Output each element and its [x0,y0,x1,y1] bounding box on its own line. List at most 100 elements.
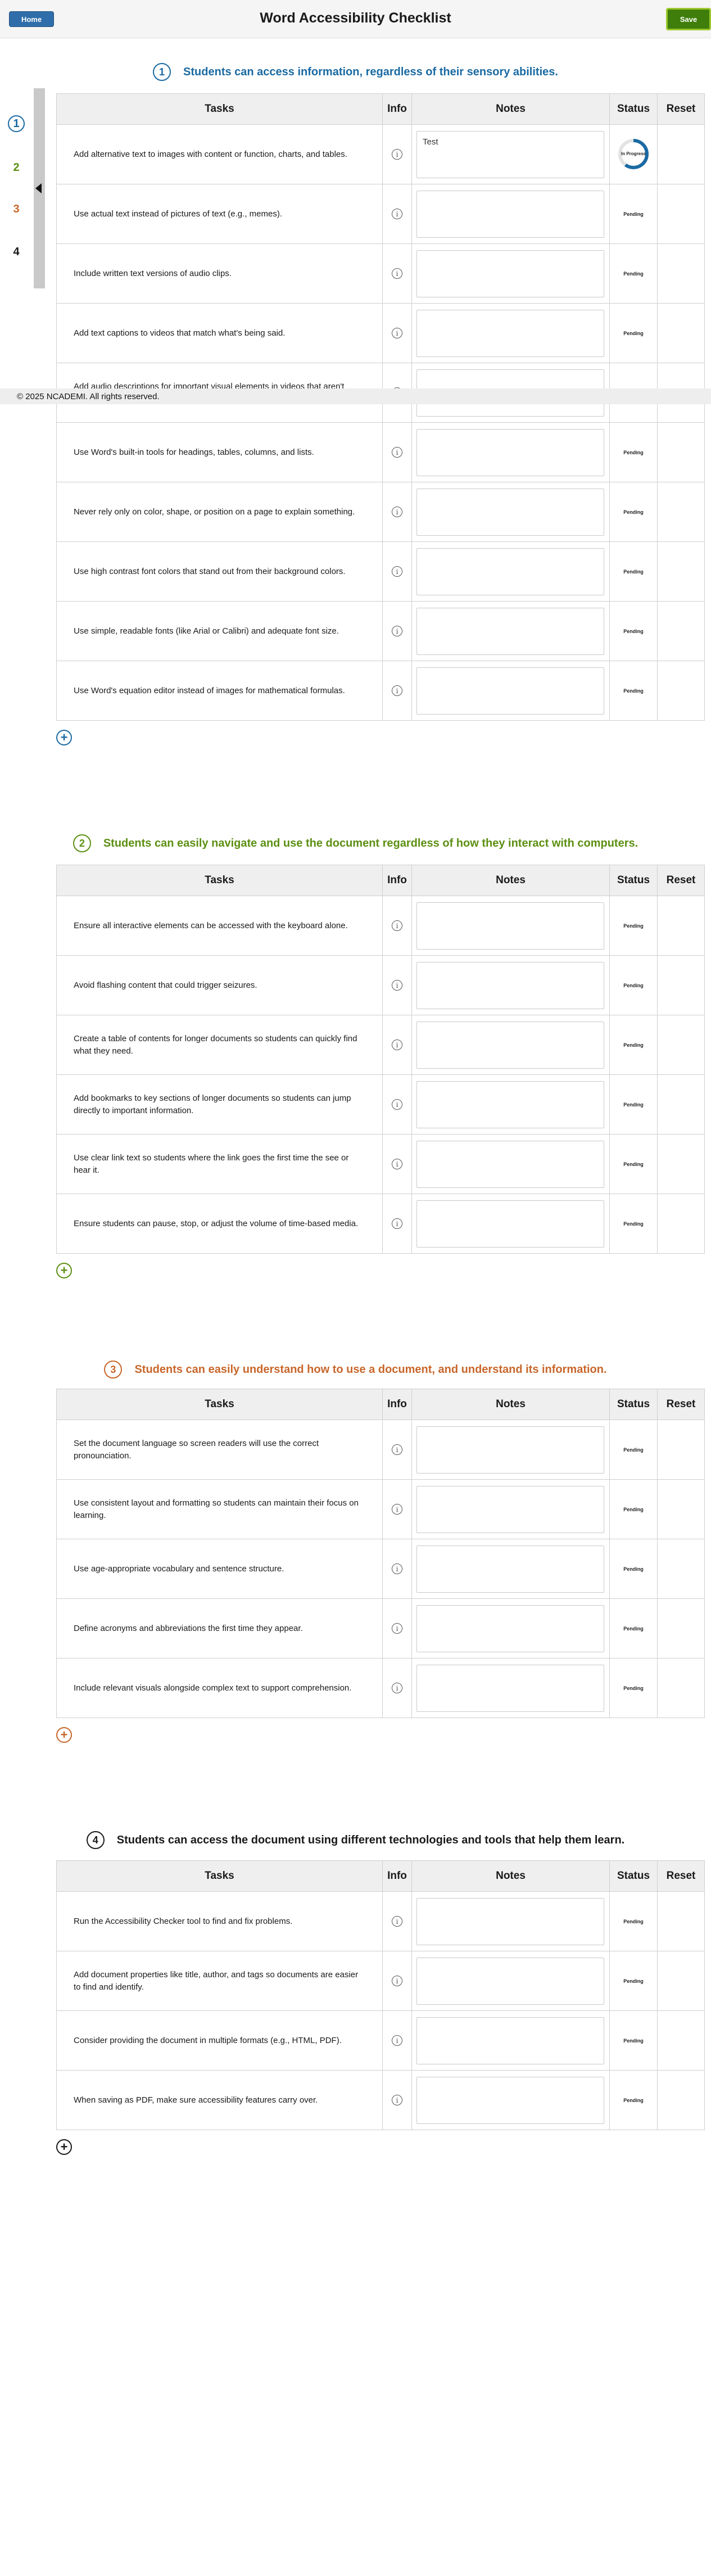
info-icon[interactable]: i [392,268,402,279]
notes-field[interactable] [416,961,604,1009]
notes-field[interactable] [416,607,604,655]
progress-ring[interactable]: In Progress [617,137,650,171]
status-text[interactable]: Pending [623,688,644,694]
reset-cell[interactable] [657,1420,705,1480]
reset-cell[interactable] [657,1015,705,1075]
notes-field[interactable] [416,488,604,536]
reset-cell[interactable] [657,541,705,602]
info-icon[interactable]: i [392,1040,402,1050]
status-text[interactable]: Pending [623,569,644,575]
notes-field[interactable] [416,2076,604,2124]
status-text[interactable]: Pending [623,1919,644,1924]
reset-cell[interactable] [657,661,705,721]
reset-cell[interactable] [657,601,705,661]
notes-field[interactable] [416,1545,604,1593]
info-icon[interactable]: i [392,328,402,338]
notes-field[interactable] [416,190,604,238]
status-text[interactable]: Pending [623,2098,644,2103]
notes-field[interactable] [416,902,604,950]
status-text[interactable]: Pending [623,629,644,634]
reset-cell[interactable] [657,303,705,363]
status-text[interactable]: Pending [623,1102,644,1108]
reset-cell[interactable] [657,1134,705,1194]
info-icon[interactable]: i [392,1218,402,1229]
info-icon[interactable]: i [392,1504,402,1515]
status-text[interactable]: Pending [623,331,644,336]
nav-section-4[interactable]: 4 [7,243,25,261]
reset-cell[interactable] [657,1891,705,1951]
status-text[interactable]: Pending [623,1626,644,1632]
notes-field[interactable] [416,1426,604,1474]
notes-field[interactable] [416,548,604,595]
info-icon[interactable]: i [392,1916,402,1927]
notes-field[interactable] [416,1957,604,2005]
reset-cell[interactable] [657,896,705,956]
info-icon[interactable]: i [392,626,402,636]
reset-cell[interactable] [657,243,705,304]
notes-field[interactable] [416,1081,604,1128]
notes-field[interactable] [416,1605,604,1652]
info-icon[interactable]: i [392,1623,402,1634]
status-text[interactable]: Pending [623,1042,644,1048]
reset-cell[interactable] [657,2070,705,2130]
info-icon[interactable]: i [392,209,402,219]
home-button[interactable]: Home [9,11,54,27]
info-icon[interactable]: i [392,1159,402,1169]
status-text[interactable]: Pending [623,1507,644,1512]
status-text[interactable]: Pending [623,271,644,277]
status-text[interactable]: Pending [623,450,644,455]
reset-cell[interactable] [657,1539,705,1599]
info-icon[interactable]: i [392,2035,402,2046]
reset-cell[interactable] [657,1074,705,1135]
info-icon[interactable]: i [392,447,402,458]
nav-section-3[interactable]: 3 [7,200,25,218]
notes-field[interactable] [416,1140,604,1188]
reset-cell[interactable] [657,955,705,1015]
reset-cell[interactable] [657,422,705,482]
add-task-plus-icon[interactable]: + [56,1727,72,1743]
status-text[interactable]: Pending [623,509,644,515]
notes-field[interactable] [416,1664,604,1712]
status-text[interactable]: Pending [623,1566,644,1572]
notes-field[interactable]: Test [416,130,604,178]
reset-cell[interactable] [657,1194,705,1254]
reset-cell[interactable] [657,1479,705,1539]
status-text[interactable]: Pending [623,1162,644,1167]
notes-field[interactable] [416,1897,604,1945]
info-icon[interactable]: i [392,149,402,160]
add-task-plus-icon[interactable]: + [56,2139,72,2155]
status-text[interactable]: Pending [623,2038,644,2044]
notes-field[interactable] [416,309,604,357]
reset-cell[interactable] [657,1598,705,1658]
nav-section-2[interactable]: 2 [7,159,25,177]
nav-section-1[interactable]: 1 [8,115,25,132]
status-text[interactable]: Pending [623,1978,644,1984]
notes-field[interactable] [416,667,604,715]
notes-field[interactable] [416,2017,604,2064]
status-text[interactable]: Pending [623,1447,644,1453]
reset-cell[interactable] [657,184,705,244]
add-task-plus-icon[interactable]: + [56,1263,72,1278]
info-icon[interactable]: i [392,1683,402,1693]
info-icon[interactable]: i [392,920,402,931]
info-icon[interactable]: i [392,1563,402,1574]
notes-field[interactable] [416,428,604,476]
status-text[interactable]: Pending [623,923,644,929]
info-icon[interactable]: i [392,685,402,696]
add-task-plus-icon[interactable]: + [56,730,72,745]
status-text[interactable]: Pending [623,983,644,988]
info-icon[interactable]: i [392,1099,402,1110]
reset-cell[interactable] [657,1951,705,2011]
notes-field[interactable] [416,1021,604,1069]
notes-field[interactable] [416,1200,604,1248]
info-icon[interactable]: i [392,980,402,991]
info-icon[interactable]: i [392,1976,402,1986]
info-icon[interactable]: i [392,507,402,517]
status-text[interactable]: Pending [623,211,644,217]
reset-cell[interactable] [657,124,705,184]
reset-cell[interactable] [657,2010,705,2071]
reset-cell[interactable] [657,1658,705,1718]
notes-field[interactable] [416,1485,604,1533]
info-icon[interactable]: i [392,566,402,577]
status-text[interactable]: Pending [623,1685,644,1691]
